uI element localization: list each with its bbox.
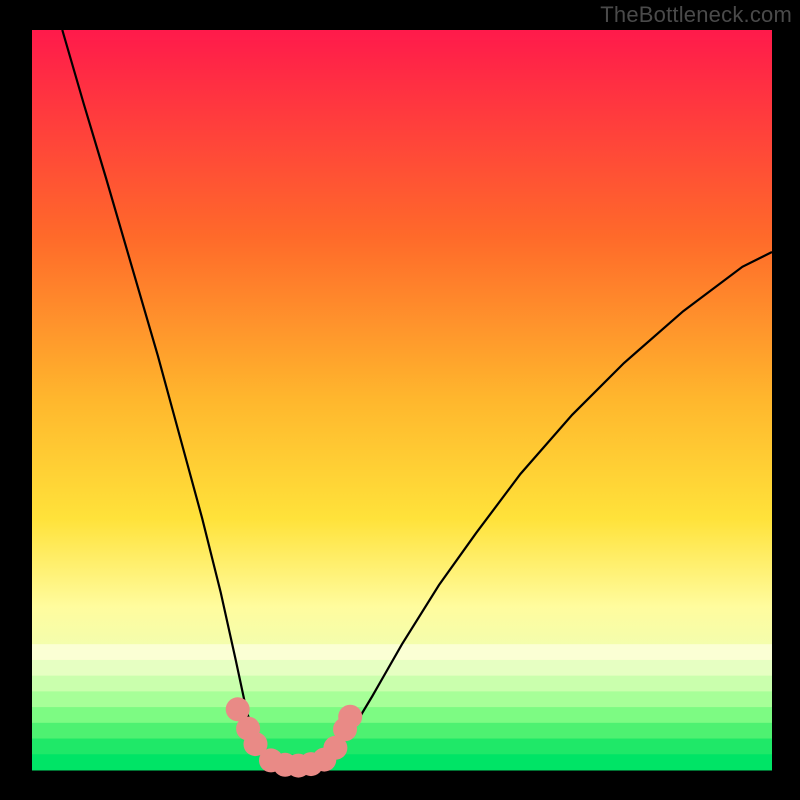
data-marker — [338, 705, 362, 729]
green-gradient-bands — [32, 644, 772, 770]
watermark-text: TheBottleneck.com — [600, 2, 792, 28]
bottleneck-chart — [0, 0, 800, 800]
chart-container: { "watermark": "TheBottleneck.com", "col… — [0, 0, 800, 800]
